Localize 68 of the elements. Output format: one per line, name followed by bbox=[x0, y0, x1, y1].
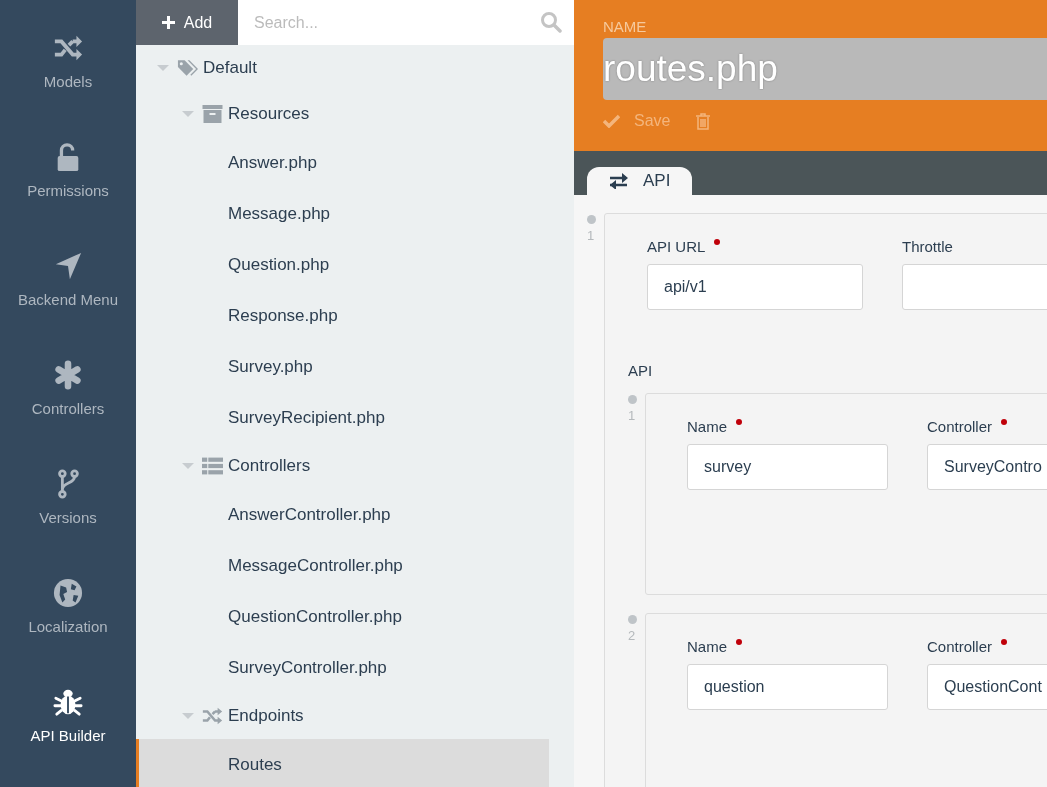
nav-item[interactable]: Backend Menu bbox=[0, 225, 136, 334]
file-item[interactable]: AnswerController.php bbox=[136, 489, 549, 540]
list-icon bbox=[202, 457, 223, 475]
nav-label: Backend Menu bbox=[17, 291, 119, 308]
input-field[interactable]: SurveyContro bbox=[927, 444, 1047, 490]
item-index: 1 bbox=[628, 408, 636, 423]
file-item[interactable]: Answer.php bbox=[136, 137, 549, 188]
tab[interactable]: API bbox=[587, 167, 693, 195]
nav-label: Models bbox=[43, 73, 93, 90]
nav-label: Versions bbox=[39, 509, 97, 526]
swap-arrows-icon bbox=[609, 173, 629, 189]
input-field[interactable]: question bbox=[687, 664, 888, 710]
file-item[interactable]: Routes bbox=[136, 739, 549, 787]
section-label: API bbox=[628, 362, 654, 379]
search-icon[interactable] bbox=[540, 11, 562, 33]
file-item[interactable]: QuestionController.php bbox=[136, 591, 549, 642]
folder-item[interactable]: Controllers bbox=[136, 443, 549, 489]
nav-label: Controllers bbox=[31, 400, 105, 417]
add-button[interactable]: Add bbox=[136, 0, 238, 45]
caret-down-icon[interactable] bbox=[182, 712, 194, 720]
file-item[interactable]: Response.php bbox=[136, 290, 549, 341]
nav-item[interactable]: Models bbox=[0, 7, 136, 116]
file-item[interactable]: Survey.php bbox=[136, 341, 549, 392]
nav-label: API Builder bbox=[30, 727, 106, 744]
tag-icon bbox=[177, 59, 198, 77]
trash-icon[interactable] bbox=[696, 112, 711, 130]
field-label: Controller bbox=[927, 418, 993, 435]
field-label: Throttle bbox=[902, 238, 953, 255]
plus-icon bbox=[161, 16, 175, 29]
nav-item[interactable]: Localization bbox=[0, 552, 136, 661]
input-field[interactable]: survey bbox=[687, 444, 888, 490]
drag-handle[interactable] bbox=[628, 615, 637, 624]
bug-icon bbox=[53, 687, 83, 717]
shuffle-icon bbox=[202, 707, 223, 725]
name-label: NAME bbox=[603, 18, 648, 37]
check-icon bbox=[603, 114, 620, 128]
file-item[interactable]: SurveyRecipient.php bbox=[136, 392, 549, 443]
nav-item[interactable]: Permissions bbox=[0, 116, 136, 225]
input-field[interactable]: api/v1 bbox=[647, 264, 863, 310]
item-index: 2 bbox=[628, 628, 636, 643]
file-item[interactable]: MessageController.php bbox=[136, 540, 549, 591]
caret-down-icon[interactable] bbox=[182, 462, 194, 470]
caret-down-icon[interactable] bbox=[182, 110, 194, 118]
shuffle-icon bbox=[53, 33, 83, 63]
folder-item[interactable]: Default bbox=[136, 45, 549, 91]
nav-label: Permissions bbox=[27, 182, 109, 199]
file-item[interactable]: Question.php bbox=[136, 239, 549, 290]
nav-item[interactable]: Controllers bbox=[0, 334, 136, 443]
file-item[interactable]: SurveyController.php bbox=[136, 642, 549, 693]
field-label: Name bbox=[687, 638, 727, 655]
field-label: API URL bbox=[647, 238, 706, 255]
globe-icon bbox=[53, 578, 83, 608]
folder-item[interactable]: Resources bbox=[136, 91, 549, 137]
input-field[interactable]: QuestionCont bbox=[927, 664, 1047, 710]
item-index: 1 bbox=[587, 228, 595, 243]
nav-item[interactable]: API Builder bbox=[0, 661, 136, 770]
drag-handle[interactable] bbox=[587, 215, 596, 224]
nav-item[interactable]: Versions bbox=[0, 443, 136, 552]
file-item[interactable]: Message.php bbox=[136, 188, 549, 239]
drag-handle[interactable] bbox=[628, 395, 637, 404]
field-label: Controller bbox=[927, 638, 993, 655]
field-label: Name bbox=[687, 418, 727, 435]
caret-down-icon[interactable] bbox=[157, 64, 169, 72]
search-field[interactable]: Search... bbox=[238, 0, 574, 45]
asterisk-icon bbox=[53, 360, 83, 390]
folder-item[interactable]: Endpoints bbox=[136, 693, 549, 739]
archive-icon bbox=[202, 105, 223, 123]
nav-label: Localization bbox=[28, 618, 108, 635]
